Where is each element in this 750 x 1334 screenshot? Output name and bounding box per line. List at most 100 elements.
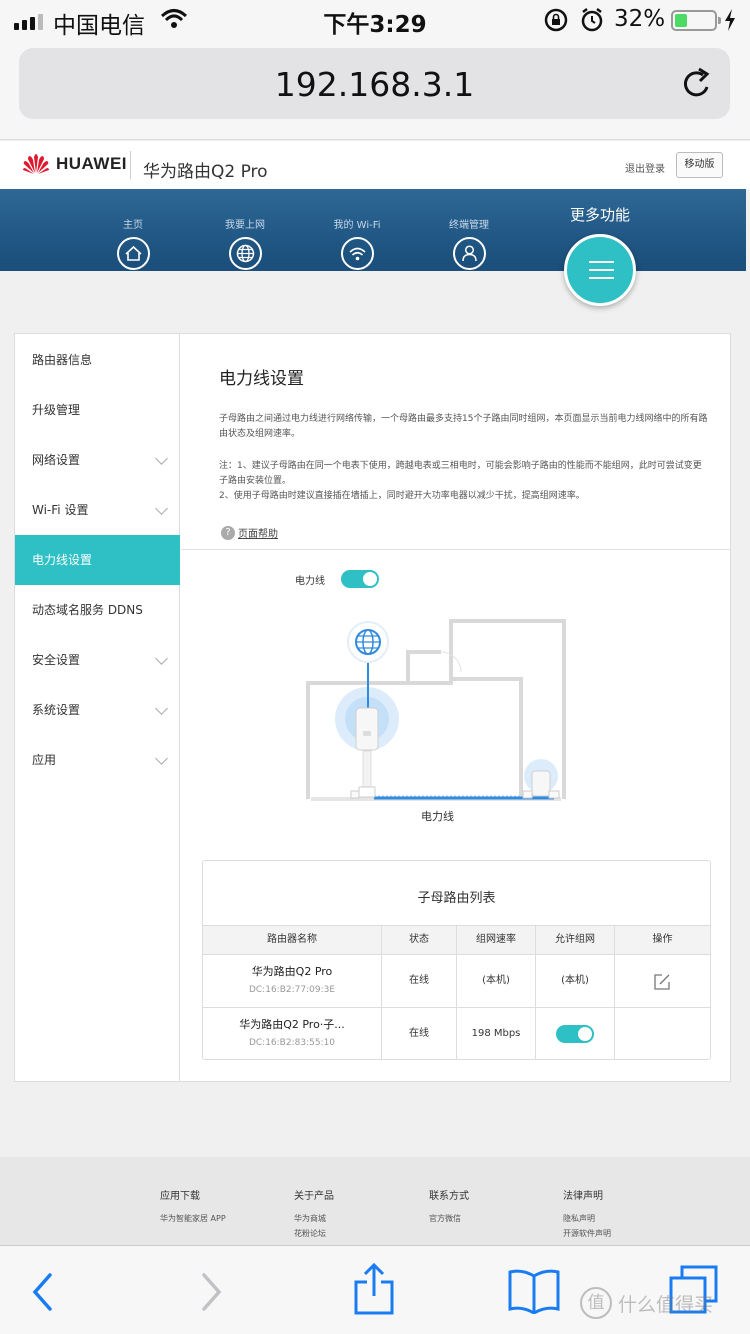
reload-icon[interactable]	[680, 66, 714, 102]
column-header: 路由器名称	[203, 926, 382, 954]
page-description: 子母路由之间通过电力线进行网络传输，一个母路由最多支持15个子路由同时组网，本页…	[219, 414, 708, 439]
table-row: 华为路由Q2 Pro·子... DC:16:B2:83:55:10 在线 198…	[203, 1008, 710, 1061]
globe-icon	[228, 237, 262, 270]
sidebar-item-label: 路由器信息	[32, 353, 93, 367]
footer-link[interactable]: 官方微信	[429, 1211, 469, 1226]
table-header: 路由器名称 状态 组网速率 允许组网 操作	[203, 925, 710, 955]
sidebar-item-upgrade[interactable]: 升级管理	[15, 385, 180, 435]
footer-link[interactable]: 隐私声明	[563, 1211, 611, 1226]
footer-link[interactable]: 开源软件声明	[563, 1226, 611, 1241]
question-icon: ?	[221, 525, 235, 540]
sidebar-item-ddns[interactable]: 动态域名服务 DDNS	[15, 585, 180, 635]
sidebar-item-network[interactable]: 网络设置	[15, 435, 180, 485]
back-icon[interactable]	[30, 1272, 56, 1312]
content-panel: 路由器信息 升级管理 网络设置 Wi-Fi 设置 电力线设置 动态域名服务 DD…	[14, 333, 731, 1082]
note-2: 2、使用子母路由时建议直接插在墙插上，同时避开大功率电器以减少干扰，提高组网速率…	[219, 491, 585, 501]
footer-column-products: 关于产品 华为商城 花粉论坛	[294, 1187, 334, 1241]
notes: 注：1、建议子母路由在同一个电表下使用，跨越电表或三相电时，可能会影响子路由的性…	[219, 459, 709, 504]
url-text[interactable]: 192.168.3.1	[19, 65, 730, 104]
router-name: 华为路由Q2 Pro·子...	[239, 1018, 345, 1031]
router-name-cell: 华为路由Q2 Pro DC:16:B2:77:09:3E	[203, 955, 382, 1007]
page-help-label: 页面帮助	[238, 529, 278, 540]
action-cell	[615, 1008, 710, 1060]
divider	[181, 549, 731, 550]
bookmarks-icon[interactable]	[507, 1268, 561, 1314]
page-footer: 应用下载 华为智能家居 APP 关于产品 华为商城 花粉论坛 联系方式 官方微信…	[0, 1157, 750, 1245]
forward-icon[interactable]	[198, 1272, 224, 1312]
nav-item-devices[interactable]: 终端管理	[414, 189, 524, 270]
watermark: 值 什么值得买	[580, 1287, 713, 1319]
footer-column-contact: 联系方式 官方微信	[429, 1187, 469, 1226]
mobile-version-button[interactable]: 移动版	[676, 152, 723, 178]
table-row: 华为路由Q2 Pro DC:16:B2:77:09:3E 在线 (本机) (本机…	[203, 955, 710, 1008]
sidebar-item-label: 动态域名服务 DDNS	[32, 603, 143, 617]
edit-icon[interactable]	[653, 973, 671, 991]
rate-cell: 198 Mbps	[457, 1008, 536, 1060]
sidebar-item-powerline[interactable]: 电力线设置	[15, 535, 180, 585]
chevron-down-icon	[155, 702, 168, 715]
address-bar[interactable]: 192.168.3.1	[19, 48, 730, 119]
watermark-text: 什么值得买	[618, 1293, 714, 1316]
allow-cell: (本机)	[536, 955, 615, 1007]
allow-networking-toggle[interactable]	[556, 1025, 594, 1043]
powerline-toggle-label: 电力线	[295, 576, 325, 587]
router-list-title: 子母路由列表	[417, 891, 496, 906]
nav-label: 我的 Wi-Fi	[333, 220, 381, 231]
sidebar-item-label: 网络设置	[32, 453, 81, 467]
status-bar: 中国电信 下午3:29 32%	[0, 0, 750, 40]
footer-link[interactable]: 华为商城	[294, 1211, 334, 1226]
more-features-label: 更多功能	[569, 206, 630, 224]
watermark-logo: 值	[580, 1287, 612, 1319]
router-mac: DC:16:B2:77:09:3E	[248, 985, 336, 995]
chevron-down-icon	[155, 752, 168, 765]
sidebar-item-security[interactable]: 安全设置	[15, 635, 180, 685]
sidebar-item-wifi[interactable]: Wi-Fi 设置	[15, 485, 180, 535]
router-name: 华为路由Q2 Pro	[251, 965, 333, 978]
logout-link[interactable]: 退出登录	[625, 160, 665, 175]
huawei-logo: HUAWEI	[22, 153, 127, 175]
nav-item-wifi[interactable]: 我的 Wi-Fi	[302, 189, 412, 270]
footer-heading: 关于产品	[294, 1191, 334, 1202]
chevron-down-icon	[155, 452, 168, 465]
status-cell: 在线	[382, 1008, 457, 1060]
sidebar-item-apps[interactable]: 应用	[15, 735, 180, 785]
page-help-link[interactable]: ? 页面帮助	[221, 525, 278, 540]
footer-link[interactable]: 华为智能家居 APP	[160, 1211, 226, 1226]
chevron-down-icon	[155, 502, 168, 515]
sidebar-item-label: 系统设置	[32, 703, 81, 717]
column-header: 组网速率	[457, 926, 536, 954]
status-cell: 在线	[382, 955, 457, 1007]
settings-sidebar: 路由器信息 升级管理 网络设置 Wi-Fi 设置 电力线设置 动态域名服务 DD…	[15, 334, 180, 1081]
brand-name: HUAWEI	[56, 154, 127, 173]
router-header: HUAWEI 华为路由Q2 Pro 退出登录 移动版	[0, 141, 750, 189]
sidebar-item-label: 电力线设置	[32, 553, 93, 567]
sidebar-item-label: 升级管理	[32, 403, 81, 417]
header-divider	[130, 151, 131, 179]
user-icon	[452, 237, 486, 270]
sidebar-item-label: 安全设置	[32, 653, 81, 667]
nav-item-home[interactable]: 主页	[78, 189, 188, 270]
nav-label: 主页	[123, 220, 143, 231]
router-name-cell: 华为路由Q2 Pro·子... DC:16:B2:83:55:10	[203, 1008, 382, 1060]
product-name: 华为路由Q2 Pro	[143, 162, 268, 182]
powerline-toggle[interactable]	[341, 570, 379, 588]
action-cell	[615, 955, 710, 1007]
more-features-menu-button[interactable]	[564, 234, 636, 306]
router-mac: DC:16:B2:83:55:10	[248, 1038, 336, 1048]
column-header: 操作	[652, 934, 673, 945]
battery-percentage: 32%	[614, 6, 666, 32]
orientation-lock-icon	[544, 8, 568, 32]
rate-cell: (本机)	[457, 955, 536, 1007]
sidebar-item-system[interactable]: 系统设置	[15, 685, 180, 735]
share-icon[interactable]	[352, 1262, 396, 1316]
footer-heading: 应用下载	[160, 1191, 200, 1202]
powerline-caption: 电力线	[421, 810, 454, 823]
footer-column-app: 应用下载 华为智能家居 APP	[160, 1187, 226, 1226]
nav-item-internet[interactable]: 我要上网	[190, 189, 300, 270]
allow-cell	[536, 1008, 615, 1060]
sidebar-item-router-info[interactable]: 路由器信息	[15, 335, 180, 385]
footer-link[interactable]: 花粉论坛	[294, 1226, 334, 1241]
home-icon	[116, 237, 150, 270]
sidebar-item-label: Wi-Fi 设置	[32, 503, 89, 517]
column-header: 允许组网	[536, 926, 615, 954]
